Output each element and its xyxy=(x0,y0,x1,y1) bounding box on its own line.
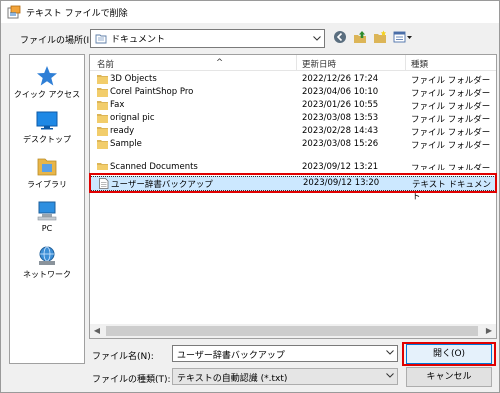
chevron-down-icon[interactable] xyxy=(386,348,394,357)
folder-icon xyxy=(97,100,108,110)
file-list[interactable]: ^ 名前 更新日時 種類 3D Objects 2022/12/26 17:24… xyxy=(89,54,497,339)
sort-ascending-icon: ^ xyxy=(216,58,224,68)
column-header-date[interactable]: 更新日時 xyxy=(302,58,336,70)
folder-icon xyxy=(97,113,108,123)
place-libraries[interactable]: ライブラリ xyxy=(10,155,84,190)
place-quick-access[interactable]: クイック アクセス xyxy=(10,65,84,100)
file-name: orignal pic xyxy=(110,113,155,123)
file-type: ファイル フォルダー xyxy=(411,89,491,99)
filename-field[interactable]: ユーザー辞書バックアップ xyxy=(172,345,398,362)
filetype-select[interactable]: テキストの自動認識 (*.txt) xyxy=(172,368,398,385)
list-item[interactable]: 3D Objects 2022/12/26 17:24 ファイル フォルダー xyxy=(90,73,496,86)
place-label: ネットワーク xyxy=(23,270,71,279)
scroll-left-icon[interactable]: ◀ xyxy=(90,324,104,338)
network-icon xyxy=(35,245,59,267)
list-item[interactable]: Corel PaintShop Pro 2023/04/06 10:10 ファイ… xyxy=(90,86,496,99)
place-label: デスクトップ xyxy=(23,135,71,144)
file-type: ファイル フォルダー xyxy=(411,115,491,125)
file-date: 2023/01/26 10:55 xyxy=(302,100,379,110)
pc-icon xyxy=(35,200,59,222)
filename-value: ユーザー辞書バックアップ xyxy=(177,351,285,361)
up-folder-icon[interactable] xyxy=(353,30,367,44)
place-label: ライブラリ xyxy=(27,180,67,189)
desktop-icon xyxy=(35,110,59,132)
places-bar: クイック アクセス デスクトップ ライブラリ PC ネットワーク xyxy=(9,54,85,364)
open-text-file-dialog: テキスト ファイルで削除 ファイルの場所(I): ドキュメント クイック アクセ… xyxy=(0,0,500,393)
file-date: 2023/03/08 15:26 xyxy=(302,139,379,149)
filetype-label: ファイルの種類(T): xyxy=(92,375,171,385)
file-date: 2023/02/28 14:43 xyxy=(302,126,379,136)
column-header-name[interactable]: 名前 xyxy=(97,58,114,70)
file-type: ファイル フォルダー xyxy=(411,141,491,151)
chevron-down-icon[interactable] xyxy=(386,371,394,380)
file-type: ファイル フォルダー xyxy=(411,128,491,138)
location-value: ドキュメント xyxy=(111,35,166,45)
folder-icon xyxy=(97,139,108,149)
library-icon xyxy=(35,155,59,177)
location-bar: ファイルの場所(I): ドキュメント xyxy=(1,27,499,51)
file-date: 2023/09/12 13:21 xyxy=(302,162,379,170)
selected-file-callout xyxy=(89,173,497,193)
window-title: テキスト ファイルで削除 xyxy=(26,8,128,19)
view-menu-icon[interactable] xyxy=(393,30,413,44)
file-date: 2022/12/26 17:24 xyxy=(302,74,379,84)
place-label: クイック アクセス xyxy=(13,90,81,99)
place-desktop[interactable]: デスクトップ xyxy=(10,110,84,145)
title-bar: テキスト ファイルで削除 xyxy=(1,1,499,23)
scroll-right-icon[interactable]: ▶ xyxy=(482,324,496,338)
new-folder-icon[interactable] xyxy=(373,30,387,44)
dictionary-tool-icon xyxy=(7,5,21,19)
folder-icon xyxy=(97,162,108,170)
chevron-down-icon[interactable] xyxy=(310,34,324,43)
star-icon xyxy=(35,65,59,87)
file-type: ファイル フォルダー xyxy=(411,102,491,112)
file-date: 2023/03/08 13:53 xyxy=(302,113,379,123)
folder-icon xyxy=(97,126,108,136)
back-arrow-icon[interactable] xyxy=(333,30,347,44)
place-label: PC xyxy=(41,224,53,233)
file-name: 3D Objects xyxy=(110,74,157,84)
filename-label: ファイル名(N): xyxy=(92,352,154,362)
place-pc[interactable]: PC xyxy=(10,200,84,233)
column-header: ^ 名前 更新日時 種類 xyxy=(90,55,496,71)
documents-folder-icon xyxy=(95,33,107,44)
file-name: Sample xyxy=(110,139,142,149)
file-date: 2023/04/06 10:10 xyxy=(302,87,379,97)
list-item[interactable]: Sample 2023/03/08 15:26 ファイル フォルダー xyxy=(90,138,496,151)
list-item[interactable]: Fax 2023/01/26 10:55 ファイル フォルダー xyxy=(90,99,496,112)
list-item[interactable]: Scanned Documents 2023/09/12 13:21 ファイル … xyxy=(90,161,496,170)
file-type: ファイル フォルダー xyxy=(411,164,491,170)
filetype-value: テキストの自動認識 (*.txt) xyxy=(177,374,288,384)
location-label: ファイルの場所(I): xyxy=(20,36,96,46)
list-item[interactable]: orignal pic 2023/03/08 13:53 ファイル フォルダー xyxy=(90,112,496,125)
cancel-button[interactable]: キャンセル xyxy=(406,367,492,387)
file-name: Fax xyxy=(110,100,125,110)
horizontal-scrollbar[interactable]: ◀ ▶ xyxy=(90,324,496,338)
column-header-type[interactable]: 種類 xyxy=(411,58,428,70)
place-network[interactable]: ネットワーク xyxy=(10,245,84,280)
location-dropdown[interactable]: ドキュメント xyxy=(90,29,325,48)
file-name: Scanned Documents xyxy=(110,162,198,170)
file-name: ready xyxy=(110,126,135,136)
open-button-callout xyxy=(402,342,496,366)
file-name: Corel PaintShop Pro xyxy=(110,87,194,97)
folder-icon xyxy=(97,74,108,84)
list-item[interactable]: ready 2023/02/28 14:43 ファイル フォルダー xyxy=(90,125,496,138)
file-type: ファイル フォルダー xyxy=(411,76,491,86)
scrollbar-thumb[interactable] xyxy=(106,326,478,336)
folder-icon xyxy=(97,87,108,97)
